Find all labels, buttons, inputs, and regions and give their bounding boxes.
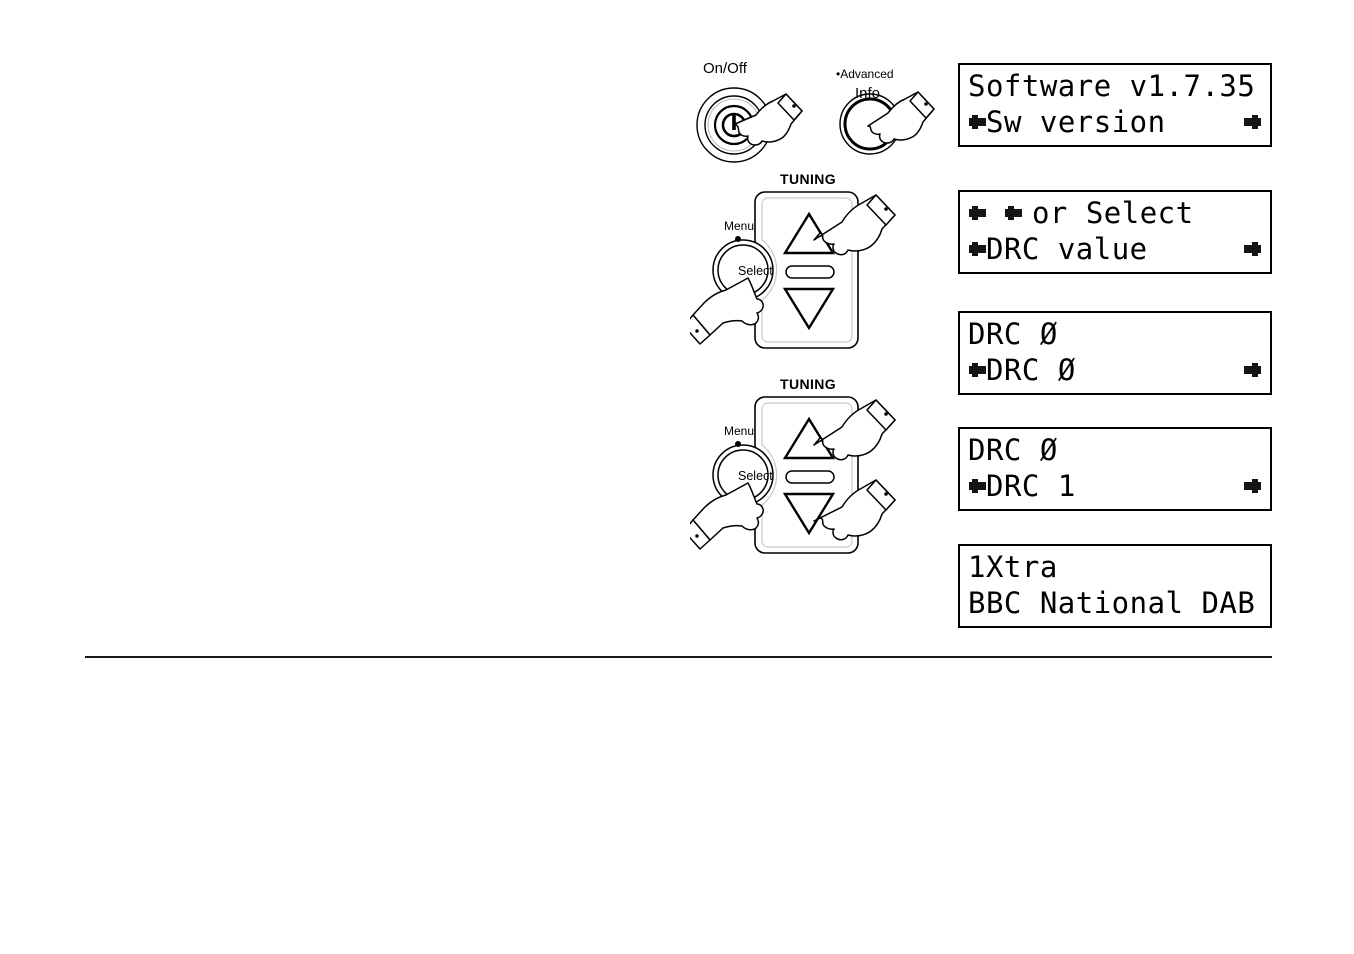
lcd-line-2-text: BBC National DAB bbox=[968, 586, 1256, 620]
menu-label-2: Menu bbox=[724, 424, 755, 438]
tuning-heading-1: TUNING bbox=[780, 171, 837, 187]
lcd-line-1: 1Xtra bbox=[968, 549, 1262, 585]
lcd-line-1-text: 1Xtra bbox=[968, 550, 1058, 584]
tuning-rocker-graphic-2[interactable] bbox=[690, 375, 930, 575]
rocker-divider-2 bbox=[785, 470, 835, 484]
lcd-left-arrow-icon bbox=[968, 361, 986, 379]
lcd-line-2: DRC Ø bbox=[968, 352, 1262, 388]
lcd-line-1-text: Software v1.7.35 bbox=[968, 69, 1256, 103]
menu-dot-icon-2 bbox=[735, 441, 741, 447]
power-button-label: On/Off bbox=[703, 60, 747, 77]
lcd-left-arrow-icon bbox=[968, 240, 986, 258]
lcd-line-2-text: Sw version bbox=[986, 105, 1166, 139]
lcd-right-arrow-icon bbox=[1244, 477, 1262, 495]
lcd-gap bbox=[986, 195, 1004, 231]
menu-dot-icon-1 bbox=[735, 236, 741, 242]
select-label-2[interactable]: Select bbox=[738, 470, 773, 483]
lcd-line-2-text: DRC Ø bbox=[986, 353, 1076, 387]
lcd-line-2-text: DRC 1 bbox=[986, 469, 1076, 503]
lcd-right-arrow-icon bbox=[1244, 113, 1262, 131]
lcd-line-1: or Select bbox=[968, 195, 1262, 231]
lcd-line-1-text: DRC Ø bbox=[968, 317, 1058, 351]
power-button-illustration: On/Off bbox=[690, 58, 820, 168]
select-label-1[interactable]: Select bbox=[738, 265, 773, 278]
lcd-line-1: DRC Ø bbox=[968, 432, 1262, 468]
page-divider-rule bbox=[85, 656, 1272, 658]
rocker-divider-1 bbox=[785, 265, 835, 279]
lcd-line-1-text: DRC Ø bbox=[968, 433, 1058, 467]
menu-label-1: Menu bbox=[724, 219, 755, 233]
drc-value-menu-display: or Select DRC value bbox=[958, 190, 1272, 274]
lcd-line-1-text: or Select bbox=[1031, 196, 1194, 230]
tuning-group-1: TUNING Menu Select bbox=[690, 170, 930, 370]
advanced-label: Advanced bbox=[840, 67, 894, 81]
lcd-prefix-arrow-a-icon bbox=[968, 204, 986, 222]
tuning-heading-2: TUNING bbox=[780, 376, 837, 392]
sw-version-display: Software v1.7.35 Sw version bbox=[958, 63, 1272, 147]
lcd-line-2: BBC National DAB bbox=[968, 585, 1262, 621]
lcd-line-2: DRC value bbox=[968, 231, 1262, 267]
station-display: 1Xtra BBC National DAB bbox=[958, 544, 1272, 628]
info-button-illustration: •Advanced Info bbox=[828, 58, 953, 168]
drc-zero-display: DRC Ø DRC Ø bbox=[958, 311, 1272, 395]
lcd-left-arrow-icon bbox=[968, 113, 986, 131]
lcd-line-2: Sw version bbox=[968, 104, 1262, 140]
lcd-line-1: DRC Ø bbox=[968, 316, 1262, 352]
manual-page: On/Off •Advanced Info TUNING Menu Select… bbox=[0, 0, 1354, 954]
drc-one-display: DRC Ø DRC 1 bbox=[958, 427, 1272, 511]
lcd-right-arrow-icon bbox=[1244, 240, 1262, 258]
lcd-right-arrow-icon bbox=[1244, 361, 1262, 379]
tuning-rocker-graphic-1[interactable] bbox=[690, 170, 930, 370]
lcd-prefix-arrow-b-icon bbox=[1004, 204, 1022, 222]
lcd-line-2-text: DRC value bbox=[986, 232, 1148, 266]
lcd-line-2: DRC 1 bbox=[968, 468, 1262, 504]
tuning-group-2: TUNING Menu Select bbox=[690, 375, 930, 575]
info-label: Info bbox=[855, 85, 881, 102]
lcd-left-arrow-icon bbox=[968, 477, 986, 495]
lcd-line-1: Software v1.7.35 bbox=[968, 68, 1262, 104]
advanced-bullet-icon: •Advanced bbox=[836, 68, 894, 80]
